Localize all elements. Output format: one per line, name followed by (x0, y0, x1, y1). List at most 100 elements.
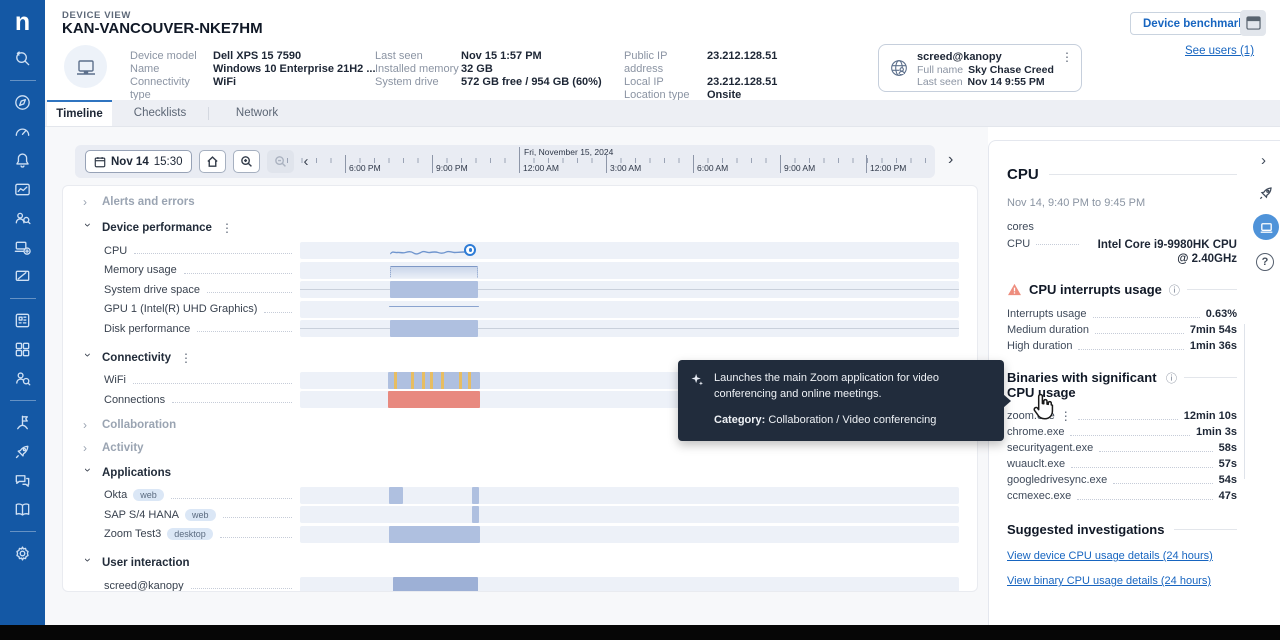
section-device-performance[interactable]: › Device performance ⋮ (63, 215, 977, 241)
section-menu-icon[interactable]: ⋮ (221, 222, 233, 234)
campaign-icon[interactable] (13, 413, 33, 433)
cores-label: cores (1007, 221, 1237, 233)
row-zoom-test3[interactable]: Zoom Test3desktop (63, 525, 977, 545)
chevron-down-icon[interactable]: › (81, 223, 95, 233)
section-alerts-and-errors[interactable]: › Alerts and errors (63, 189, 977, 215)
okta-bar-segment (472, 487, 479, 504)
chart-panel-icon[interactable] (13, 180, 33, 200)
chevron-right-icon[interactable]: › (83, 418, 93, 432)
section-menu-icon[interactable]: ⋮ (180, 352, 192, 364)
zoom-in-button[interactable] (233, 150, 260, 173)
cpu-detail-panel: CPU Nov 14, 9:40 PM to 9:45 PM cores CPU… (988, 140, 1280, 625)
tab-network[interactable]: Network (209, 100, 305, 126)
binary-name[interactable]: googledrivesync.exe (1007, 474, 1107, 486)
metric-value: 0.63% (1206, 308, 1237, 320)
section-applications[interactable]: › Applications (63, 460, 977, 486)
info-value: Windows 10 Enterprise 21H2 ... (213, 63, 376, 76)
warning-icon (1007, 283, 1022, 296)
user-chart-strip[interactable] (300, 577, 959, 592)
device-view-icon[interactable] (1253, 214, 1279, 240)
book-icon[interactable] (13, 500, 33, 520)
wifi-bar-segment (388, 372, 480, 389)
row-cpu[interactable]: CPU (63, 241, 977, 261)
apps-icon[interactable] (13, 340, 33, 360)
leader-line (197, 325, 291, 332)
memory-chart-strip[interactable] (300, 262, 959, 279)
user-card-value: Sky Chase Creed (968, 64, 1054, 77)
app-logo[interactable]: n (0, 0, 45, 44)
info-icon[interactable]: ⓘ (1169, 282, 1180, 298)
chat-icon[interactable] (13, 471, 33, 491)
bottom-bar (0, 625, 1280, 640)
row-user-screed[interactable]: screed@kanopy (63, 576, 977, 592)
sidebar-divider (10, 531, 36, 532)
settings-icon[interactable] (13, 544, 33, 564)
row-sap[interactable]: SAP S/4 HANAweb (63, 505, 977, 525)
help-icon[interactable]: ? (1256, 253, 1274, 271)
home-button[interactable] (199, 150, 226, 173)
drive-bar-segment (390, 281, 478, 298)
device-edit-icon[interactable] (13, 267, 33, 287)
pan-right-icon[interactable]: › (948, 151, 953, 169)
disk-chart-strip[interactable] (300, 320, 959, 337)
row-disk-performance[interactable]: Disk performance (63, 319, 977, 339)
investigation-link-binary[interactable]: View binary CPU usage details (24 hours) (1007, 575, 1237, 587)
info-value: 23.212.128.51 (707, 76, 777, 89)
chevron-down-icon[interactable]: › (81, 468, 95, 478)
section-title-text: CPU interrupts usage (1029, 282, 1162, 297)
rocket-icon[interactable] (13, 442, 33, 462)
info-label: Local IP (624, 76, 707, 89)
investigation-link-device[interactable]: View device CPU usage details (24 hours) (1007, 550, 1237, 562)
row-okta[interactable]: Oktaweb (63, 486, 977, 506)
device-benchmark-button[interactable]: Device benchmark (1130, 12, 1258, 35)
rocket-icon[interactable] (1257, 184, 1275, 202)
binary-name[interactable]: ccmexec.exe (1007, 490, 1071, 502)
binary-name[interactable]: chrome.exe (1007, 426, 1064, 438)
user-card[interactable]: screed@kanopy Full nameSky Chase Creed L… (878, 44, 1082, 92)
tooltip-arrow (1003, 394, 1011, 408)
compass-icon[interactable] (13, 93, 33, 113)
grid-icon[interactable] (13, 311, 33, 331)
cpu-chart-strip[interactable] (300, 242, 959, 259)
section-user-interaction[interactable]: › User interaction (63, 550, 977, 576)
info-icon[interactable]: ⓘ (1166, 370, 1177, 386)
binary-name[interactable]: wuauclt.exe (1007, 458, 1065, 470)
binary-menu-icon[interactable]: ⋮ (1060, 410, 1072, 422)
row-gpu[interactable]: GPU 1 (Intel(R) UHD Graphics) (63, 300, 977, 320)
see-users-link[interactable]: See users (1) (1185, 45, 1254, 57)
okta-chart-strip[interactable] (300, 487, 959, 504)
row-system-drive-space[interactable]: System drive space (63, 280, 977, 300)
okta-bar-segment (389, 487, 404, 504)
chevron-right-icon[interactable]: › (83, 195, 93, 209)
drive-chart-strip[interactable] (300, 281, 959, 298)
people-search-icon[interactable] (13, 209, 33, 229)
chevron-down-icon[interactable]: › (81, 353, 95, 363)
device-add-icon[interactable] (13, 238, 33, 258)
panel-title: CPU (1007, 166, 1039, 183)
sap-chart-strip[interactable] (300, 506, 959, 523)
gpu-chart-strip[interactable] (300, 301, 959, 318)
tooltip-category-value: Collaboration / Video conferencing (768, 414, 936, 426)
globe-user-icon (888, 57, 910, 79)
bell-icon[interactable] (13, 151, 33, 171)
search-history-icon[interactable] (13, 49, 33, 69)
info-label: Device model (130, 50, 213, 63)
tab-timeline[interactable]: Timeline (47, 100, 112, 126)
scroll-indicator[interactable] (1244, 324, 1245, 479)
chevron-down-icon[interactable]: › (81, 558, 95, 568)
gauge-icon[interactable] (13, 122, 33, 142)
layout-panel-icon[interactable] (1240, 10, 1266, 36)
row-memory-usage[interactable]: Memory usage (63, 261, 977, 281)
metric-label: High duration (1007, 340, 1072, 352)
chevron-right-icon[interactable]: › (83, 441, 93, 455)
binary-name[interactable]: securityagent.exe (1007, 442, 1093, 454)
section-label: Collaboration (102, 419, 176, 431)
tab-checklists[interactable]: Checklists (112, 100, 208, 126)
date-picker-button[interactable]: Nov 14 15:30 (85, 150, 192, 173)
zoom-chart-strip[interactable] (300, 526, 959, 543)
user-card-menu-icon[interactable]: ⋮ (1061, 51, 1073, 85)
time-axis[interactable]: 6:00 PM 9:00 PM 12:00 AM 3:00 AM 6:00 AM… (285, 145, 927, 178)
user-search-icon[interactable] (13, 369, 33, 389)
gpu-line-segment (389, 306, 479, 308)
collapse-panel-icon[interactable]: › (1261, 152, 1266, 169)
